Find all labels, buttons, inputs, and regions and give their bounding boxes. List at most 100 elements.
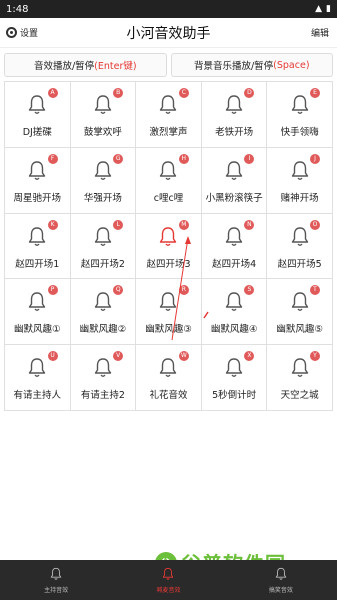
sound-label: 幽默风趣③: [145, 324, 192, 336]
sound-cell[interactable]: S 幽默风趣④: [201, 279, 268, 346]
sound-label: 5秒倒计时: [212, 390, 257, 402]
signal-icon: ▲: [315, 4, 323, 14]
hotkey-badge: P: [47, 285, 58, 296]
sound-cell[interactable]: E 快手领嗨: [267, 82, 333, 148]
bgm-play-pause-button[interactable]: 背景音乐播放/暂停 (Space): [170, 53, 333, 77]
bell-icon: [94, 94, 112, 116]
tab-2[interactable]: 喊麦音效: [112, 560, 224, 600]
sound-cell[interactable]: T 幽默风趣⑤: [267, 279, 333, 346]
status-time: 1:48: [6, 3, 29, 15]
bell-icon: [159, 357, 177, 379]
sound-play-pause-button[interactable]: 音效播放/暂停 (Enter键): [4, 53, 167, 77]
sound-cell[interactable]: V 有请主持2: [70, 345, 137, 411]
sound-label: 赵四开场1: [15, 258, 60, 270]
hotkey-badge: B: [113, 88, 124, 98]
hotkey-badge: A: [47, 88, 58, 98]
bell-icon: [162, 567, 174, 583]
sound-label: DJ搓碟: [22, 127, 52, 138]
bell-icon: [28, 291, 46, 313]
sound-cell[interactable]: I 小黑粉滚筷子: [201, 147, 268, 214]
sound-cell[interactable]: G 华强开场: [70, 147, 137, 214]
sound-play-pause-shortcut: (Enter键): [94, 61, 137, 72]
sound-cell[interactable]: L 赵四开场2: [70, 213, 137, 280]
sound-cell[interactable]: B 鼓掌欢呼: [70, 82, 137, 148]
sound-label: 激烈掌声: [149, 127, 188, 138]
settings-label: 设置: [20, 29, 39, 39]
bell-icon: [94, 160, 112, 182]
sound-label: 小黑粉滚筷子: [205, 192, 263, 204]
tab-label: 搞笑音效: [268, 586, 293, 594]
hotkey-badge: D: [244, 88, 255, 98]
sound-cell[interactable]: P 幽默风趣①: [5, 279, 71, 346]
bgm-play-pause-label: 背景音乐播放/暂停: [193, 61, 274, 72]
sound-cell[interactable]: D 老铁开场: [201, 82, 268, 148]
bell-icon: [275, 567, 287, 583]
sound-cell[interactable]: N 赵四开场4: [201, 213, 268, 280]
tab-1[interactable]: 主持音效: [0, 560, 112, 600]
bell-icon: [159, 94, 177, 116]
sound-label: 周星驰开场: [13, 192, 62, 204]
status-bar: 1:48 ▲ ▮: [0, 0, 337, 18]
sound-label: 有请主持人: [13, 390, 62, 402]
hotkey-badge: I: [244, 153, 255, 164]
bell-icon: [225, 291, 243, 313]
bell-icon: [291, 357, 309, 379]
bell-icon: [28, 94, 46, 116]
bell-icon: [94, 226, 112, 248]
sound-label: 天空之城: [280, 390, 319, 402]
sound-cell[interactable]: A DJ搓碟: [5, 82, 71, 148]
bell-icon: [94, 291, 112, 313]
bgm-play-pause-shortcut: (Space): [273, 59, 310, 71]
hotkey-badge: H: [178, 153, 189, 164]
bell-icon: [28, 160, 46, 182]
bottom-tab-bar: 主持音效 喊麦音效 搞笑音效: [0, 560, 337, 600]
bell-icon: [225, 226, 243, 248]
hotkey-badge: Y: [309, 351, 320, 362]
tab-3[interactable]: 搞笑音效: [225, 560, 337, 600]
sound-label: 幽默风趣④: [210, 324, 258, 336]
sound-label: c哩c哩: [153, 192, 184, 204]
sound-cell[interactable]: Y 天空之城: [267, 345, 333, 411]
hotkey-badge: R: [178, 285, 189, 296]
tab-label: 主持音效: [44, 586, 69, 594]
sound-label: 幽默风趣⑤: [276, 324, 323, 336]
title-bar: 设置 小河音效助手 编辑: [0, 18, 337, 48]
sound-cell[interactable]: K 赵四开场1: [5, 213, 71, 280]
sound-cell[interactable]: O 赵四开场5: [267, 213, 333, 280]
bell-icon: [94, 357, 112, 379]
gear-icon: [6, 27, 17, 38]
edit-button[interactable]: 编辑: [311, 26, 337, 39]
bell-icon: [291, 160, 309, 182]
sound-label: 幽默风趣①: [14, 324, 61, 336]
bell-icon: [291, 291, 309, 313]
tab-label: 喊麦音效: [156, 586, 181, 594]
hotkey-badge: K: [47, 219, 58, 230]
hotkey-badge: U: [47, 351, 58, 362]
hotkey-badge: F: [47, 153, 58, 164]
sound-cell[interactable]: M 赵四开场3: [136, 213, 202, 280]
hotkey-badge: C: [178, 88, 189, 98]
hotkey-badge: L: [113, 219, 124, 230]
sound-label: 幽默风趣②: [79, 324, 127, 336]
hotkey-badge: M: [178, 219, 189, 230]
sound-label: 快手领嗨: [280, 127, 319, 138]
bell-icon: [291, 226, 309, 248]
sound-cell[interactable]: C 激烈掌声: [136, 82, 202, 148]
sound-label: 赌神开场: [280, 192, 319, 204]
sound-label: 赵四开场4: [212, 258, 257, 270]
hotkey-badge: S: [244, 285, 255, 296]
sound-cell[interactable]: Hc哩c哩: [136, 147, 202, 214]
sound-cell[interactable]: R 幽默风趣③: [136, 279, 202, 346]
sound-cell[interactable]: F 周星驰开场: [5, 147, 71, 214]
sound-cell[interactable]: J 赌神开场: [267, 147, 333, 214]
sound-cell[interactable]: U 有请主持人: [5, 345, 71, 411]
sound-cell[interactable]: X 5秒倒计时: [201, 345, 268, 411]
sound-cell[interactable]: Q 幽默风趣②: [70, 279, 137, 346]
hotkey-badge: N: [244, 219, 255, 230]
bell-icon: [225, 94, 243, 116]
bell-icon: [159, 226, 177, 248]
sound-cell[interactable]: W 礼花音效: [136, 345, 202, 411]
sound-label: 鼓掌欢呼: [83, 127, 122, 138]
bell-icon: [291, 94, 309, 116]
settings-button[interactable]: 设置: [0, 26, 38, 39]
